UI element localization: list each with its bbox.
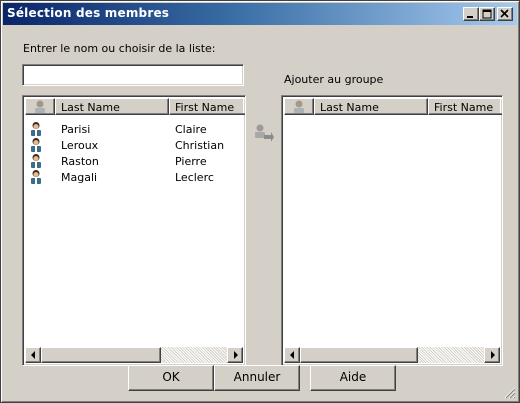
user-icon xyxy=(294,100,304,113)
list-header: Last Name First Name xyxy=(25,98,245,115)
add-to-group-icon xyxy=(255,124,274,142)
group-list-header: Last Name First Name xyxy=(284,98,502,115)
list-item[interactable]: Magali Leclerc xyxy=(25,169,245,185)
column-header-first-name[interactable]: First Name xyxy=(169,98,245,115)
title-bar[interactable]: Sélection des membres xyxy=(3,3,517,25)
maximize-button[interactable] xyxy=(479,7,495,21)
last-name-cell: Raston xyxy=(61,155,99,168)
column-header-last-name[interactable]: Last Name xyxy=(55,98,169,115)
scroll-left-arrow-icon xyxy=(290,351,294,359)
scroll-right-arrow-icon xyxy=(234,351,238,359)
resize-grip-icon[interactable] xyxy=(504,387,516,399)
maximize-icon xyxy=(482,9,492,19)
ok-button[interactable]: OK xyxy=(128,365,214,391)
horizontal-scrollbar[interactable] xyxy=(284,347,500,363)
column-header-last-name[interactable]: Last Name xyxy=(314,98,428,115)
group-member-list[interactable]: Last Name First Name xyxy=(281,95,503,366)
search-input[interactable] xyxy=(22,64,244,86)
scroll-left-button[interactable] xyxy=(25,347,41,363)
column-header-icon[interactable] xyxy=(284,98,314,115)
help-button[interactable]: Aide xyxy=(310,365,396,391)
scroll-right-button[interactable] xyxy=(227,347,243,363)
member-selection-dialog: Sélection des membres Entrer le nom ou c… xyxy=(0,0,520,403)
horizontal-scrollbar[interactable] xyxy=(25,347,243,363)
user-icon xyxy=(31,122,41,136)
scroll-thumb[interactable] xyxy=(41,347,161,363)
scroll-right-button[interactable] xyxy=(484,347,500,363)
window-title: Sélection des membres xyxy=(7,6,170,20)
search-label: Entrer le nom ou choisir de la liste: xyxy=(23,42,216,55)
minimize-button[interactable] xyxy=(463,7,479,21)
column-header-icon[interactable] xyxy=(25,98,55,115)
last-name-cell: Leroux xyxy=(61,139,99,152)
close-icon xyxy=(500,9,509,18)
close-button[interactable] xyxy=(497,7,513,21)
last-name-cell: Parisi xyxy=(61,123,91,136)
user-icon xyxy=(31,154,41,168)
first-name-cell: Pierre xyxy=(175,155,207,168)
member-list[interactable]: Last Name First Name Parisi Claire Lerou… xyxy=(22,95,246,366)
column-header-first-name[interactable]: First Name xyxy=(428,98,502,115)
user-icon xyxy=(31,170,41,184)
group-label: Ajouter au groupe xyxy=(284,73,384,86)
minimize-icon xyxy=(467,16,473,18)
first-name-cell: Claire xyxy=(175,123,207,136)
scroll-thumb[interactable] xyxy=(300,347,418,363)
scroll-left-arrow-icon xyxy=(31,351,35,359)
first-name-cell: Christian xyxy=(175,139,225,152)
user-icon xyxy=(31,138,41,152)
user-icon xyxy=(35,100,45,113)
scroll-left-button[interactable] xyxy=(284,347,300,363)
cancel-button[interactable]: Annuler xyxy=(214,365,300,391)
scroll-right-arrow-icon xyxy=(491,351,495,359)
add-to-group-button[interactable] xyxy=(251,121,275,145)
last-name-cell: Magali xyxy=(61,171,98,184)
list-item[interactable]: Leroux Christian xyxy=(25,137,245,153)
list-item[interactable]: Parisi Claire xyxy=(25,121,245,137)
first-name-cell: Leclerc xyxy=(175,171,214,184)
list-item[interactable]: Raston Pierre xyxy=(25,153,245,169)
